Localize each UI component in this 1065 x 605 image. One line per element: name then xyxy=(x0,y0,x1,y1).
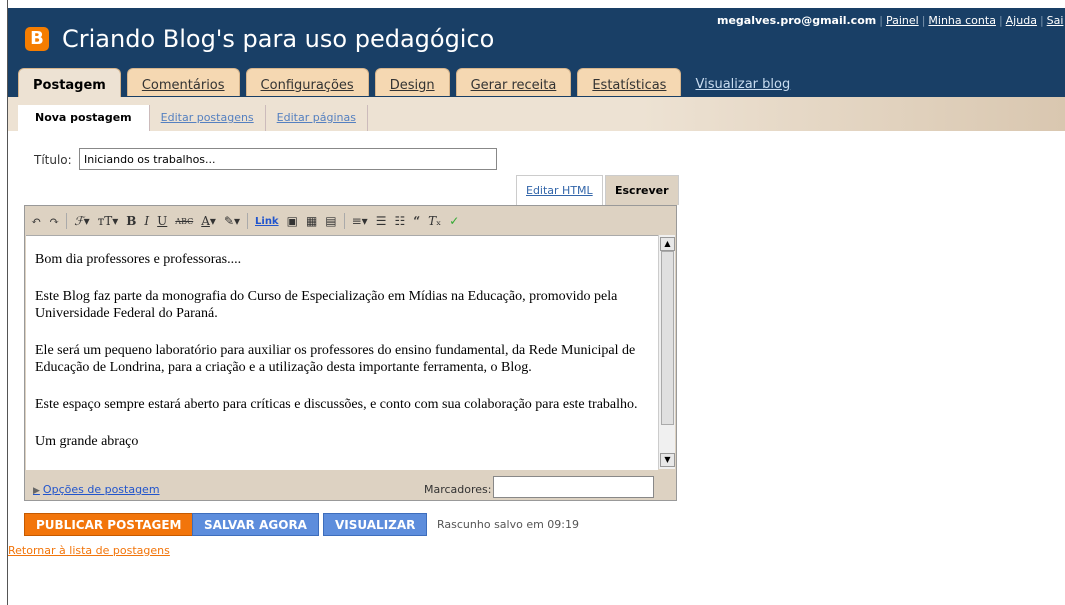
subtab-editar-paginas[interactable]: Editar páginas xyxy=(266,105,368,131)
font-family-icon[interactable]: ℱ▾ xyxy=(74,214,89,228)
bold-icon[interactable]: B xyxy=(126,214,136,228)
labels-label: Marcadores: xyxy=(424,483,492,496)
dashboard-link[interactable]: Painel xyxy=(886,14,919,27)
align-icon[interactable]: ≡▾ xyxy=(352,214,368,228)
help-link[interactable]: Ajuda xyxy=(1006,14,1037,27)
tab-design[interactable]: Design xyxy=(374,68,450,96)
link-button[interactable]: Link xyxy=(255,216,279,227)
tab-configuracoes[interactable]: Configurações xyxy=(245,68,369,96)
subtab-nova-postagem[interactable]: Nova postagem xyxy=(18,105,150,131)
back-to-posts-link[interactable]: Retornar à lista de postagens xyxy=(8,544,170,557)
save-now-button[interactable]: SALVAR AGORA xyxy=(192,513,319,536)
numbered-list-icon[interactable]: ☰ xyxy=(376,214,387,228)
account-links: megalves.pro@gmail.com | Painel | Minha cont… xyxy=(717,14,1064,27)
spellcheck-icon[interactable]: ✓ xyxy=(449,214,459,228)
undo-icon[interactable]: ↶ xyxy=(31,214,41,228)
post-paragraph: Ele será um pequeno laboratório para aux… xyxy=(35,343,636,375)
subtab-editar-postagens[interactable]: Editar postagens xyxy=(150,105,266,131)
expand-triangle-icon: ▶ xyxy=(33,486,40,496)
scroll-up-icon[interactable]: ▲ xyxy=(660,237,675,251)
clear-formatting-icon[interactable]: Tₓ xyxy=(428,214,441,228)
editor-toolbar: ↶ ↷ ℱ▾ тT▾ B I U ABC A▾ ✎▾ Link ▣ ▦ ▤ ≡▾… xyxy=(27,208,673,234)
draft-status: Rascunho salvo em 09:19 xyxy=(437,518,580,531)
sign-out-link[interactable]: Sai xyxy=(1047,14,1064,27)
blog-title: Criando Blog's para uso pedagógico xyxy=(62,25,495,53)
preview-button[interactable]: VISUALIZAR xyxy=(323,513,428,536)
edit-html-tab[interactable]: Editar HTML xyxy=(516,175,603,205)
bullet-list-icon[interactable]: ☷ xyxy=(394,214,405,228)
video-icon[interactable]: ▦ xyxy=(306,214,317,228)
redo-icon[interactable]: ↷ xyxy=(49,214,59,228)
compose-tab[interactable]: Escrever xyxy=(605,175,679,205)
editor-scrollbar[interactable]: ▲ ▼ xyxy=(658,235,675,469)
image-icon[interactable]: ▣ xyxy=(287,214,298,228)
post-editor: ↶ ↷ ℱ▾ тT▾ B I U ABC A▾ ✎▾ Link ▣ ▦ ▤ ≡▾… xyxy=(24,205,677,501)
highlight-color-icon[interactable]: ✎▾ xyxy=(224,214,240,228)
tab-comentarios[interactable]: Comentários xyxy=(126,68,240,96)
tab-gerar-receita[interactable]: Gerar receita xyxy=(455,68,572,96)
post-paragraph: Este espaço sempre estará aberto para cr… xyxy=(35,397,638,412)
italic-icon[interactable]: I xyxy=(144,214,149,228)
tab-postagem[interactable]: Postagem xyxy=(18,68,121,97)
scroll-thumb[interactable] xyxy=(661,251,674,425)
strikethrough-icon[interactable]: ABC xyxy=(175,217,193,226)
quote-icon[interactable]: “ xyxy=(413,214,420,228)
post-paragraph: Este Blog faz parte da monografia do Cur… xyxy=(35,289,618,321)
my-account-link[interactable]: Minha conta xyxy=(928,14,996,27)
title-label: Título: xyxy=(34,153,72,167)
scroll-down-icon[interactable]: ▼ xyxy=(660,453,675,467)
main-tabs: Postagem Comentários Configurações Desig… xyxy=(18,68,804,97)
view-blog-link[interactable]: Visualizar blog xyxy=(687,68,798,96)
subtabs: Nova postagem Editar postagens Editar pá… xyxy=(18,105,368,131)
tab-estatisticas[interactable]: Estatísticas xyxy=(577,68,682,96)
blogger-logo-icon[interactable]: B xyxy=(25,27,49,51)
underline-icon[interactable]: U xyxy=(157,214,167,228)
post-paragraph: Um grande abraço xyxy=(35,434,139,449)
header-top-strip xyxy=(8,0,1065,8)
user-email: megalves.pro@gmail.com xyxy=(717,14,877,27)
editor-content[interactable]: Bom dia professores e professoras.... Es… xyxy=(26,235,658,470)
jump-break-icon[interactable]: ▤ xyxy=(325,214,336,228)
labels-input[interactable] xyxy=(493,476,654,498)
title-input[interactable] xyxy=(79,148,497,170)
text-color-icon[interactable]: A▾ xyxy=(201,214,216,228)
publish-button[interactable]: PUBLICAR POSTAGEM xyxy=(24,513,194,536)
font-size-icon[interactable]: тT▾ xyxy=(98,214,119,228)
post-paragraph: Bom dia professores e professoras.... xyxy=(35,252,242,267)
post-options-link[interactable]: ▶ Opções de postagem xyxy=(33,483,160,496)
